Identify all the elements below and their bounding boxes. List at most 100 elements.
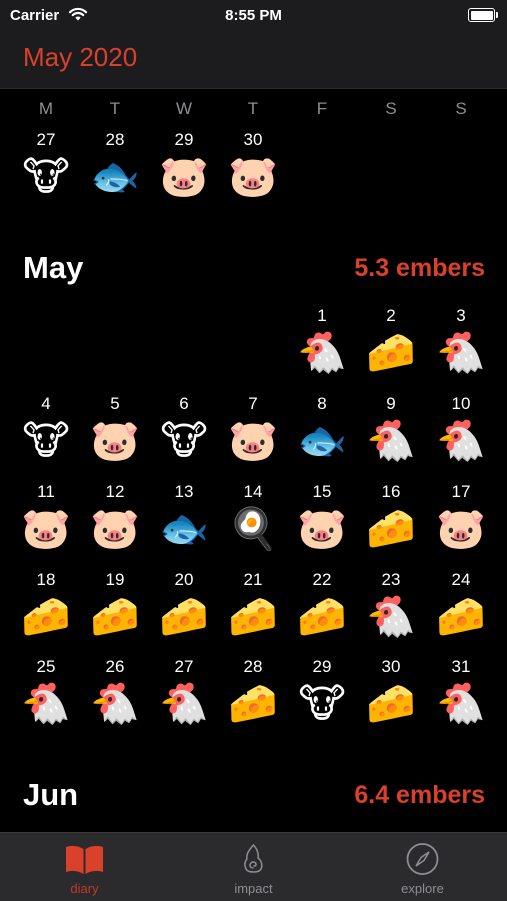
weekday-label: S [455, 99, 467, 118]
calendar-day[interactable]: 14 🍳 [223, 482, 283, 560]
day-number: 30 [381, 657, 401, 676]
calendar-day[interactable]: 3 🐔 [431, 306, 491, 384]
calendar-day[interactable]: 15 🐷 [292, 482, 352, 560]
calendar-day[interactable]: 30 🐷 [223, 130, 283, 208]
calendar-day[interactable]: 29 🐷 [154, 130, 214, 208]
calendar-day[interactable]: 28 🐟 [85, 130, 145, 208]
day-number: 19 [105, 570, 125, 589]
food-icon: 🐷 [90, 419, 140, 463]
day-number: 18 [36, 570, 56, 589]
food-icon: 🐔 [436, 331, 486, 375]
day-number: 27 [36, 130, 56, 149]
tab-label: impact [234, 881, 273, 896]
food-icon: 🐔 [90, 682, 140, 726]
calendar-day[interactable]: 1 🐔 [292, 306, 352, 384]
day-number: 28 [243, 657, 263, 676]
calendar-day[interactable]: 27 🐔 [154, 657, 214, 735]
tab-impact[interactable]: impact [169, 833, 338, 901]
food-icon: 🧀 [21, 595, 71, 639]
day-number: 27 [174, 657, 194, 676]
month-title-jun: Jun [23, 777, 79, 812]
calendar-day[interactable]: 11 🐷 [16, 482, 76, 560]
food-icon: 🐔 [436, 682, 486, 726]
calendar-day[interactable]: 28 🧀 [223, 657, 283, 735]
calendar-day[interactable]: 18 🧀 [16, 570, 76, 648]
day-number: 6 [179, 394, 189, 413]
calendar-day[interactable]: 22 🧀 [292, 570, 352, 648]
food-icon: 🐮 [160, 419, 208, 463]
calendar-day[interactable]: 30 🧀 [361, 657, 421, 735]
calendar-day[interactable]: 16 🧀 [361, 482, 421, 560]
weekday-label: T [109, 99, 121, 118]
calendar-day[interactable]: 10 🐔 [431, 394, 491, 472]
day-number: 26 [105, 657, 125, 676]
calendar-day[interactable]: 12 🐷 [85, 482, 145, 560]
month-title-may: May [23, 250, 84, 285]
food-icon: 🧀 [90, 595, 140, 639]
food-icon: 🧀 [159, 595, 209, 639]
battery-icon [468, 8, 498, 22]
weekday-label: S [385, 99, 397, 118]
day-number: 29 [174, 130, 194, 149]
calendar-day[interactable]: 4 🐮 [16, 394, 76, 472]
day-number: 10 [451, 394, 471, 413]
food-icon: 🐔 [436, 419, 486, 463]
calendar-day[interactable]: 24 🧀 [431, 570, 491, 648]
food-icon: 🐔 [366, 419, 416, 463]
calendar-day[interactable]: 27 🐮 [16, 130, 76, 208]
food-icon: 🧀 [297, 595, 347, 639]
day-number: 14 [243, 482, 263, 501]
calendar-day[interactable]: 29 🐮 [292, 657, 352, 735]
food-icon: 🐷 [228, 155, 278, 199]
day-number: 29 [312, 657, 332, 676]
day-number: 11 [37, 482, 55, 501]
food-icon: 🐟 [159, 507, 209, 551]
food-icon: 🐷 [297, 507, 347, 551]
calendar-day[interactable]: 21 🧀 [223, 570, 283, 648]
calendar-day[interactable]: 8 🐟 [292, 394, 352, 472]
calendar-day[interactable]: 31 🐔 [431, 657, 491, 735]
day-number: 28 [105, 130, 125, 149]
calendar-day[interactable]: 6 🐮 [154, 394, 214, 472]
food-icon: 🧀 [366, 507, 416, 551]
day-number: 25 [36, 657, 56, 676]
day-number: 12 [105, 482, 125, 501]
food-icon: 🧀 [228, 595, 278, 639]
calendar-day[interactable]: 2 🧀 [361, 306, 421, 384]
calendar-day[interactable]: 9 🐔 [361, 394, 421, 472]
day-number: 13 [174, 482, 194, 501]
calendar-day[interactable]: 23 🐔 [361, 570, 421, 648]
calendar-day[interactable]: 5 🐷 [85, 394, 145, 472]
day-number: 23 [381, 570, 401, 589]
food-icon: 🧀 [366, 682, 416, 726]
food-icon: 🐷 [228, 419, 278, 463]
tab-label: diary [70, 881, 99, 896]
food-icon: 🐔 [297, 331, 347, 375]
calendar-day[interactable]: 17 🐷 [431, 482, 491, 560]
weekday-label: T [247, 99, 259, 118]
status-bar: Carrier 8:55 PM [0, 0, 507, 30]
calendar-day[interactable]: 26 🐔 [85, 657, 145, 735]
day-number: 16 [381, 482, 401, 501]
day-number: 9 [386, 394, 396, 413]
day-number: 5 [110, 394, 120, 413]
food-icon: 🐟 [90, 155, 140, 199]
tab-explore[interactable]: explore [338, 833, 507, 901]
page-title[interactable]: May 2020 [23, 42, 137, 73]
calendar-day[interactable]: 19 🧀 [85, 570, 145, 648]
book-icon [0, 841, 169, 877]
food-icon: 🐮 [298, 682, 346, 726]
calendar-day[interactable]: 7 🐷 [223, 394, 283, 472]
calendar-day[interactable]: 20 🧀 [154, 570, 214, 648]
calendar-day[interactable]: 13 🐟 [154, 482, 214, 560]
calendar-day[interactable]: 25 🐔 [16, 657, 76, 735]
tab-diary[interactable]: diary [0, 833, 169, 901]
food-icon: 🐷 [90, 507, 140, 551]
nav-bar: May 2020 [0, 30, 507, 89]
food-icon: 🐮 [22, 155, 70, 199]
day-number: 15 [312, 482, 332, 501]
day-number: 21 [243, 570, 263, 589]
day-number: 1 [317, 306, 327, 325]
compass-icon [338, 841, 507, 877]
month-embers-may: 5.3 embers [354, 254, 485, 282]
